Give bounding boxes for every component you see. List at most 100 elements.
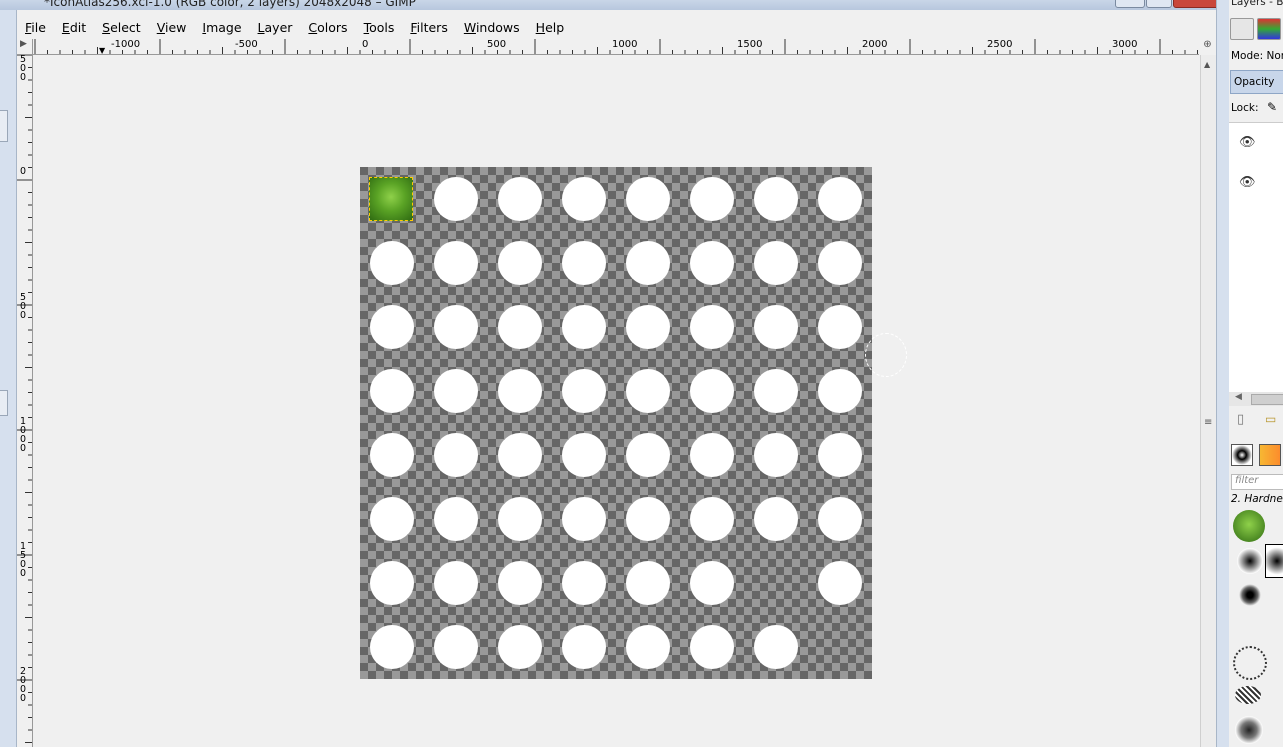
- atlas-cell: [744, 487, 808, 551]
- brush-filter-input[interactable]: filter: [1231, 474, 1283, 490]
- ruler-label: 3000: [1112, 39, 1138, 50]
- menu-bar: File Edit Select View Image Layer Colors…: [17, 17, 1222, 39]
- atlas-cell: [680, 487, 744, 551]
- menu-windows[interactable]: Windows: [456, 18, 528, 38]
- opacity-slider[interactable]: Opacity: [1230, 70, 1283, 94]
- white-circle-placeholder: [562, 497, 606, 541]
- maximize-button[interactable]: [1146, 0, 1172, 8]
- atlas-cell: [616, 167, 680, 231]
- dock-separator[interactable]: [1216, 0, 1230, 747]
- atlas-cell: [360, 167, 424, 231]
- menu-view[interactable]: View: [149, 18, 195, 38]
- ruler-label: 1500: [737, 39, 763, 50]
- atlas-cell: [744, 359, 808, 423]
- brushes-tab-icon[interactable]: [1231, 444, 1253, 466]
- eye-icon[interactable]: 👁: [1239, 135, 1256, 150]
- layers-list[interactable]: 👁 👁: [1229, 122, 1283, 394]
- ruler-label: 2000: [862, 39, 888, 50]
- splatter-brush-preview[interactable]: [1239, 584, 1261, 606]
- ruler-corner-menu-button[interactable]: ▶: [17, 39, 33, 55]
- atlas-cell: [680, 551, 744, 615]
- image-canvas[interactable]: [360, 167, 907, 679]
- menu-filters[interactable]: Filters: [402, 18, 455, 38]
- selected-brush-preview[interactable]: [1265, 544, 1283, 578]
- atlas-cell: [552, 231, 616, 295]
- white-circle-placeholder: [626, 497, 670, 541]
- atlas-cell: [680, 615, 744, 679]
- white-circle-placeholder: [818, 305, 862, 349]
- atlas-cell: [616, 359, 680, 423]
- filter-placeholder: filter: [1235, 475, 1259, 486]
- ruler-label: 1000: [612, 39, 638, 50]
- menu-file[interactable]: File: [17, 18, 54, 38]
- ruler-label: 1 5 0 0: [19, 541, 27, 579]
- atlas-cell: [552, 295, 616, 359]
- atlas-cell: [488, 551, 552, 615]
- menu-tools[interactable]: Tools: [356, 18, 403, 38]
- atlas-cell: [424, 551, 488, 615]
- atlas-cell: [808, 423, 872, 487]
- sponge-brush-preview[interactable]: [1235, 716, 1263, 744]
- atlas-cell: [424, 487, 488, 551]
- atlas-cell: [360, 359, 424, 423]
- horizontal-ruler[interactable]: -1000 -500 0 500 1000 1500 2000 2500 300…: [33, 39, 1199, 55]
- atlas-cell: [488, 423, 552, 487]
- vertical-scrollbar[interactable]: ▲ ≡: [1200, 55, 1216, 747]
- scroll-grip-icon: ≡: [1204, 417, 1213, 428]
- gradients-tab-icon[interactable]: [1259, 444, 1281, 466]
- scroll-left-icon[interactable]: ◀: [1235, 392, 1242, 402]
- eye-icon[interactable]: 👁: [1239, 175, 1256, 190]
- close-button[interactable]: [1173, 0, 1219, 8]
- atlas-cell: [552, 551, 616, 615]
- mode-label[interactable]: Mode: Norm: [1231, 50, 1283, 62]
- texture-brush-preview[interactable]: [1233, 646, 1267, 680]
- white-circle-placeholder: [690, 305, 734, 349]
- scrollbar-thumb[interactable]: [1251, 394, 1283, 405]
- navigate-button[interactable]: ⊕: [1200, 39, 1215, 54]
- scroll-up-icon[interactable]: ▲: [1204, 60, 1210, 69]
- green-brush-preview[interactable]: [1233, 510, 1265, 542]
- white-circle-placeholder: [370, 241, 414, 285]
- white-circle-placeholder: [434, 369, 478, 413]
- white-circle-placeholder: [818, 561, 862, 605]
- atlas-cell: [744, 295, 808, 359]
- menu-layer[interactable]: Layer: [250, 18, 301, 38]
- white-circle-placeholder: [690, 177, 734, 221]
- soft-brush-preview[interactable]: [1237, 548, 1263, 574]
- new-layer-icon[interactable]: ▯: [1237, 412, 1244, 427]
- ruler-label: 0: [362, 39, 369, 50]
- channels-tab-icon[interactable]: [1257, 18, 1281, 40]
- atlas-cell: [360, 423, 424, 487]
- white-circle-placeholder: [626, 561, 670, 605]
- menu-image[interactable]: Image: [194, 18, 249, 38]
- brush-lock-icon[interactable]: ✎: [1267, 100, 1277, 114]
- atlas-cell: [360, 487, 424, 551]
- folder-icon[interactable]: ▭: [1265, 412, 1276, 426]
- vertical-ruler[interactable]: 5 0 0 0 5 0 0 1 0 0 0 1 5 0 0 2 0 0 0: [17, 55, 33, 747]
- white-circle-placeholder: [626, 369, 670, 413]
- atlas-cell: [808, 231, 872, 295]
- layers-horizontal-scrollbar[interactable]: ◀: [1229, 392, 1283, 406]
- white-circle-placeholder: [690, 433, 734, 477]
- menu-help[interactable]: Help: [528, 18, 573, 38]
- menu-select[interactable]: Select: [94, 18, 149, 38]
- white-circle-placeholder: [498, 241, 542, 285]
- white-circle-placeholder: [626, 433, 670, 477]
- white-circle-placeholder: [754, 433, 798, 477]
- white-circle-placeholder: [818, 433, 862, 477]
- atlas-cell: [552, 423, 616, 487]
- ruler-label: 2500: [987, 39, 1013, 50]
- atlas-cell: [360, 615, 424, 679]
- atlas-cell: [616, 231, 680, 295]
- dock-tab-handle[interactable]: [0, 110, 8, 142]
- minimize-button[interactable]: [1115, 0, 1145, 8]
- layers-tab-icon[interactable]: [1230, 18, 1254, 40]
- menu-edit[interactable]: Edit: [54, 18, 94, 38]
- image-canvas-area[interactable]: [33, 55, 1199, 747]
- white-circle-placeholder: [690, 369, 734, 413]
- hatch-brush-preview[interactable]: [1235, 686, 1261, 704]
- white-circle-placeholder: [626, 241, 670, 285]
- white-circle-placeholder: [370, 561, 414, 605]
- dock-tab-handle[interactable]: [0, 390, 8, 416]
- menu-colors[interactable]: Colors: [300, 18, 355, 38]
